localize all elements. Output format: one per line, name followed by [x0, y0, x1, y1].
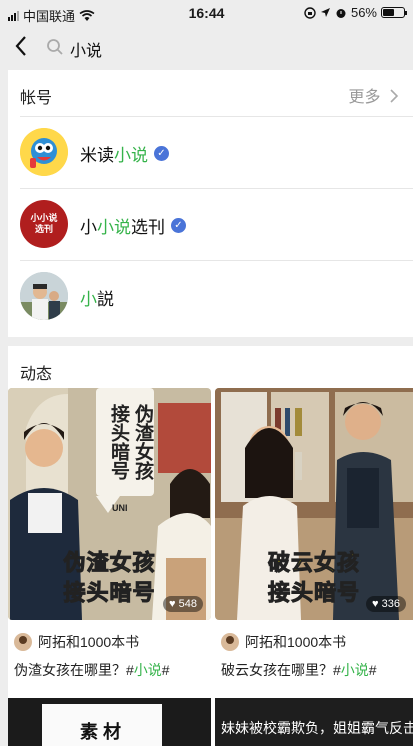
feed-card[interactable]: UNI 伪渣女孩 接头暗号 伪渣女孩 接头暗号 ♥ 548 阿拓和1000本书 …: [8, 388, 211, 688]
accounts-section: 帐号 更多 米读小说 ✓ 小小说 选刊 小小说选刊 ✓ 小説: [8, 70, 413, 337]
author-avatar: [14, 633, 32, 651]
video-thumbnail[interactable]: 破云女孩 接头暗号 ♥ 336: [215, 388, 413, 620]
accounts-title: 帐号: [20, 90, 53, 107]
author-name: 阿拓和1000本书: [38, 634, 140, 650]
author-avatar: [221, 633, 239, 651]
post-title: 伪渣女孩在哪里？#小说#: [14, 662, 170, 678]
feed-card-next-left[interactable]: 素 材: [8, 698, 211, 746]
chevron-right-icon: [390, 89, 399, 103]
post-author[interactable]: 阿拓和1000本书: [221, 632, 346, 652]
feed-card[interactable]: 破云女孩 接头暗号 ♥ 336 阿拓和1000本书 破云女孩在哪里？#小说#: [215, 388, 413, 688]
battery-percent: 56%: [350, 5, 377, 20]
sign-text: 伪渣女孩 接头暗号: [108, 404, 153, 480]
battery-icon: [381, 7, 407, 18]
location-icon: [320, 8, 330, 17]
post-title: 破云女孩在哪里？#小说#: [221, 662, 377, 678]
account-name: 米读小说 ✓: [80, 141, 169, 166]
account-avatar: [20, 128, 68, 176]
post-author[interactable]: 阿拓和1000本书: [14, 632, 139, 652]
search-icon: [47, 39, 63, 55]
next-card-title: 素 材: [80, 722, 122, 742]
orientation-lock-icon: [304, 6, 316, 19]
video-thumbnail[interactable]: UNI 伪渣女孩 接头暗号 伪渣女孩 接头暗号 ♥ 548: [8, 388, 211, 620]
feed-card-next-right[interactable]: 妹妹被校霸欺负，姐姐霸气反击: [215, 698, 413, 746]
account-avatar: 小小说 选刊: [20, 200, 68, 248]
next-card-title: 妹妹被校霸欺负，姐姐霸气反击: [221, 720, 413, 736]
account-row-xiaoxiaoshuo[interactable]: 小小说 选刊 小小说选刊 ✓: [8, 188, 413, 260]
verified-badge-icon: ✓: [154, 146, 169, 161]
divider: [20, 188, 413, 189]
like-count: ♥ 548: [163, 596, 203, 612]
account-row-xiaoshuo[interactable]: 小説: [8, 260, 413, 332]
more-accounts-link[interactable]: 更多: [349, 83, 399, 107]
like-count: ♥ 336: [366, 596, 406, 612]
feed-section: 动态 UNI 伪渣女孩 接头暗号 伪渣女孩 接头暗号 ♥ 548 阿拓和1000…: [8, 346, 413, 746]
back-arrow-icon[interactable]: [14, 35, 28, 57]
status-bar: 中国联通 16:44 56%: [0, 0, 413, 26]
heart-icon: ♥: [169, 598, 176, 610]
heart-icon: ♥: [372, 598, 379, 610]
account-name: 小説: [80, 290, 114, 309]
author-name: 阿拓和1000本书: [245, 634, 347, 650]
more-label: 更多: [348, 89, 381, 106]
status-right: 56%: [304, 5, 407, 20]
divider: [20, 260, 413, 261]
account-row-midu[interactable]: 米读小说 ✓: [8, 116, 413, 188]
svg-text:UNI: UNI: [112, 503, 128, 513]
feed-title: 动态: [20, 366, 53, 383]
account-name: 小小说选刊 ✓: [80, 213, 186, 238]
search-bar: 小说: [0, 26, 413, 68]
alarm-icon: [336, 8, 346, 18]
search-input[interactable]: 小说: [70, 37, 102, 61]
divider: [20, 116, 413, 117]
verified-badge-icon: ✓: [171, 218, 186, 233]
avatar-logo-text: 小小说 选刊: [30, 213, 58, 234]
account-avatar: [20, 272, 68, 320]
